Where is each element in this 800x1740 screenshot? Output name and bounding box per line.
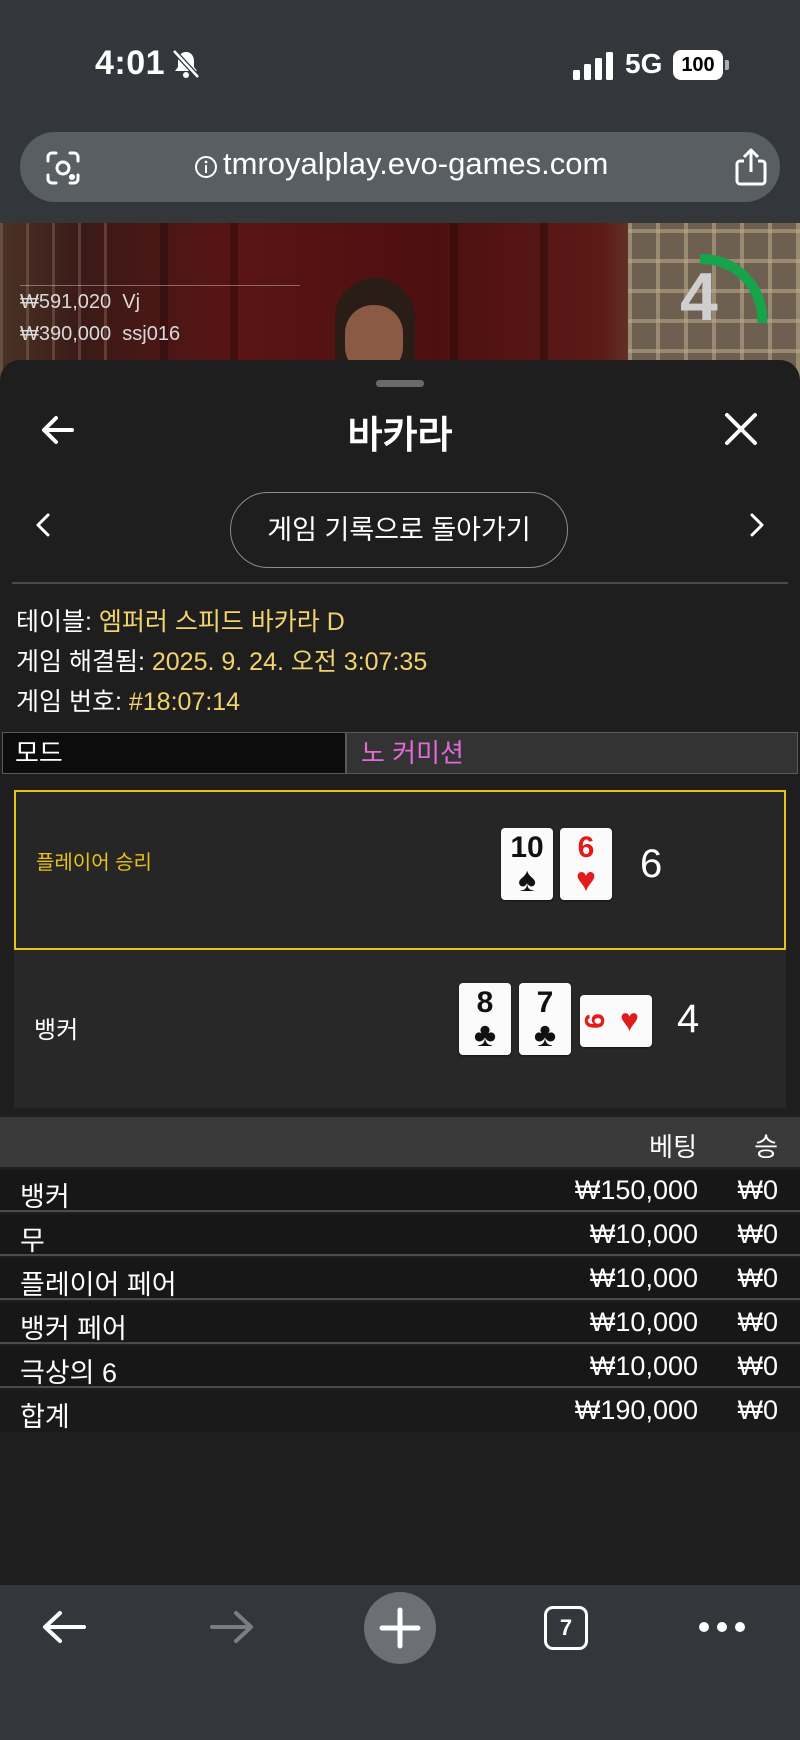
banker-card: 7 ♣ <box>519 983 571 1055</box>
url-text[interactable]: tmroyalplay.evo-games.com <box>223 146 608 182</box>
tab-switcher-button[interactable]: 7 <box>544 1606 588 1650</box>
player-card: 6 ♥ <box>560 828 612 900</box>
chevron-right-icon[interactable] <box>746 508 768 542</box>
new-tab-button[interactable] <box>364 1592 436 1664</box>
player-result-label: 플레이어 승리 <box>36 852 152 874</box>
close-icon[interactable] <box>722 410 760 448</box>
banker-third-card: 9 ♥ <box>579 995 652 1047</box>
table-row: 무 ₩10,000 ₩0 <box>0 1214 800 1256</box>
banker-card: 8 ♣ <box>459 983 511 1055</box>
bell-muted-icon <box>172 49 200 79</box>
share-icon[interactable] <box>732 147 770 187</box>
player-card: 10 ♠ <box>501 828 553 900</box>
total-row: 합계 ₩190,000 ₩0 <box>0 1390 800 1432</box>
player-result: 플레이어 승리 10 ♠ 6 ♥ 6 <box>14 790 786 950</box>
bets-table-header: 베팅 승 <box>0 1117 800 1167</box>
drag-handle[interactable] <box>376 380 424 387</box>
mode-row: 모드 노 커미션 <box>0 732 800 776</box>
status-bar: 4:01 5G 100 <box>0 0 800 130</box>
cellular-signal-icon <box>573 52 613 80</box>
browser-toolbar: 7 <box>0 1585 800 1740</box>
column-bet: 베팅 <box>649 1132 697 1162</box>
mode-label: 모드 <box>2 732 346 774</box>
table-row: 뱅커 페어 ₩10,000 ₩0 <box>0 1302 800 1344</box>
battery-icon: 100 <box>673 50 729 80</box>
site-info-icon[interactable] <box>194 155 218 179</box>
game-number-info: 게임 번호: #18:07:14 <box>16 688 241 716</box>
browser-forward-icon[interactable] <box>208 1607 256 1647</box>
round-result: 플레이어 승리 10 ♠ 6 ♥ 6 뱅커 8 ♣ 7 ♣ 9 ♥ 4 <box>14 790 786 1108</box>
panel-title: 바카라 <box>347 415 453 457</box>
live-video: ₩591,020 Vj ₩390,000 ssj016 4 <box>0 223 800 383</box>
winner-row: ₩390,000 ssj016 <box>20 323 181 345</box>
divider <box>12 582 788 584</box>
winner-row: ₩591,020 Vj <box>20 291 141 313</box>
plus-icon <box>379 1607 421 1649</box>
table-row: 뱅커 ₩150,000 ₩0 <box>0 1170 800 1212</box>
network-type: 5G <box>625 48 663 79</box>
table-info: 테이블: 엠퍼러 스피드 바카라 D <box>16 608 345 636</box>
address-bar[interactable]: tmroyalplay.evo-games.com <box>20 132 780 202</box>
camera-lens-icon[interactable] <box>44 149 82 187</box>
more-options-icon[interactable] <box>698 1621 746 1633</box>
column-win: 승 <box>754 1132 778 1162</box>
table-row: 극상의 6 ₩10,000 ₩0 <box>0 1346 800 1388</box>
battery-level: 100 <box>673 50 723 80</box>
banker-result-label: 뱅커 <box>34 1017 79 1044</box>
table-row: 플레이어 페어 ₩10,000 ₩0 <box>0 1258 800 1300</box>
back-to-history-button[interactable]: 게임 기록으로 돌아가기 <box>230 492 568 568</box>
resolved-info: 게임 해결됨: 2025. 9. 24. 오전 3:07:35 <box>16 648 428 676</box>
mode-value: 노 커미션 <box>346 732 798 774</box>
chevron-left-icon[interactable] <box>32 508 54 542</box>
game-history-panel: 바카라 게임 기록으로 돌아가기 테이블: 엠퍼러 스피드 바카라 D 게임 해… <box>0 360 800 1585</box>
browser-back-icon[interactable] <box>40 1607 88 1647</box>
status-time: 4:01 <box>95 44 166 82</box>
banker-score: 4 <box>677 997 700 1041</box>
player-score: 6 <box>640 842 663 886</box>
countdown-timer: 4 <box>680 259 718 335</box>
